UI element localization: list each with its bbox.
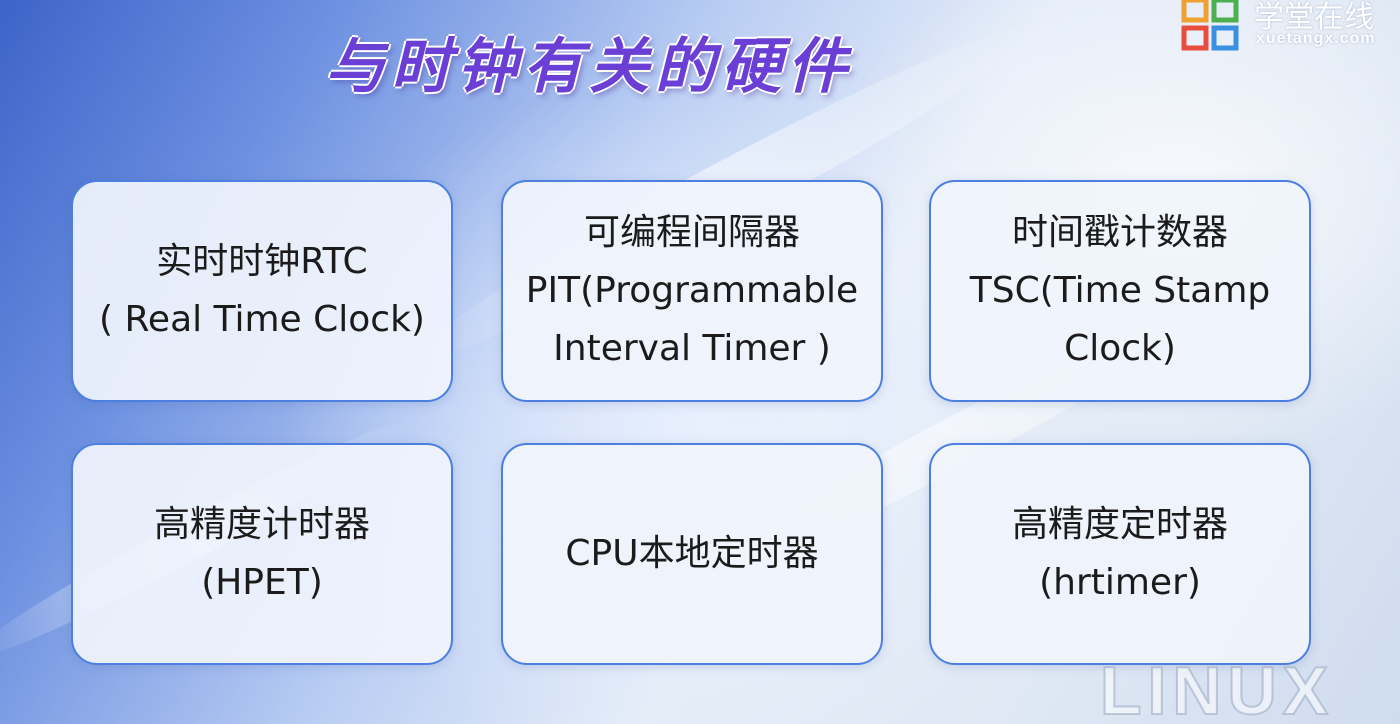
card-line: ( Real Time Clock) (99, 299, 425, 340)
card-line: 高精度计时器 (153, 504, 370, 545)
card-line: 高精度定时器 (1011, 504, 1228, 545)
card-line: Clock) (1064, 328, 1176, 369)
slide-title: 与时钟有关的硬件 (325, 32, 853, 102)
card-line: (HPET) (201, 562, 323, 603)
card-line: TSC(Time Stamp (969, 270, 1271, 311)
card-line: CPU本地定时器 (565, 533, 819, 574)
card-hrtimer: 高精度定时器 (hrtimer) (929, 443, 1311, 665)
card-rtc: 实时时钟RTC ( Real Time Clock) (71, 180, 453, 402)
linux-watermark: LINUX (1100, 652, 1334, 724)
card-line: Interval Timer ) (553, 328, 831, 369)
logo-text-en: xuetangx.com (1256, 30, 1376, 47)
card-line: 实时时钟RTC (156, 241, 368, 282)
card-line: 可编程间隔器 (583, 212, 800, 253)
xuetangx-logo: 学堂在线 xuetangx.com (1180, 0, 1400, 56)
card-pit: 可编程间隔器 PIT(Programmable Interval Timer ) (501, 180, 883, 402)
xuetangx-logo-icon (1181, 0, 1239, 51)
watermark-text: LINUX (1100, 653, 1334, 724)
card-line: 时间戳计数器 (1011, 212, 1228, 253)
card-tsc: 时间戳计数器 TSC(Time Stamp Clock) (929, 180, 1311, 402)
card-cpu-local-timer: CPU本地定时器 (501, 443, 883, 665)
card-line: (hrtimer) (1039, 562, 1201, 603)
card-line: PIT(Programmable (525, 270, 859, 311)
card-hpet: 高精度计时器 (HPET) (71, 443, 453, 665)
